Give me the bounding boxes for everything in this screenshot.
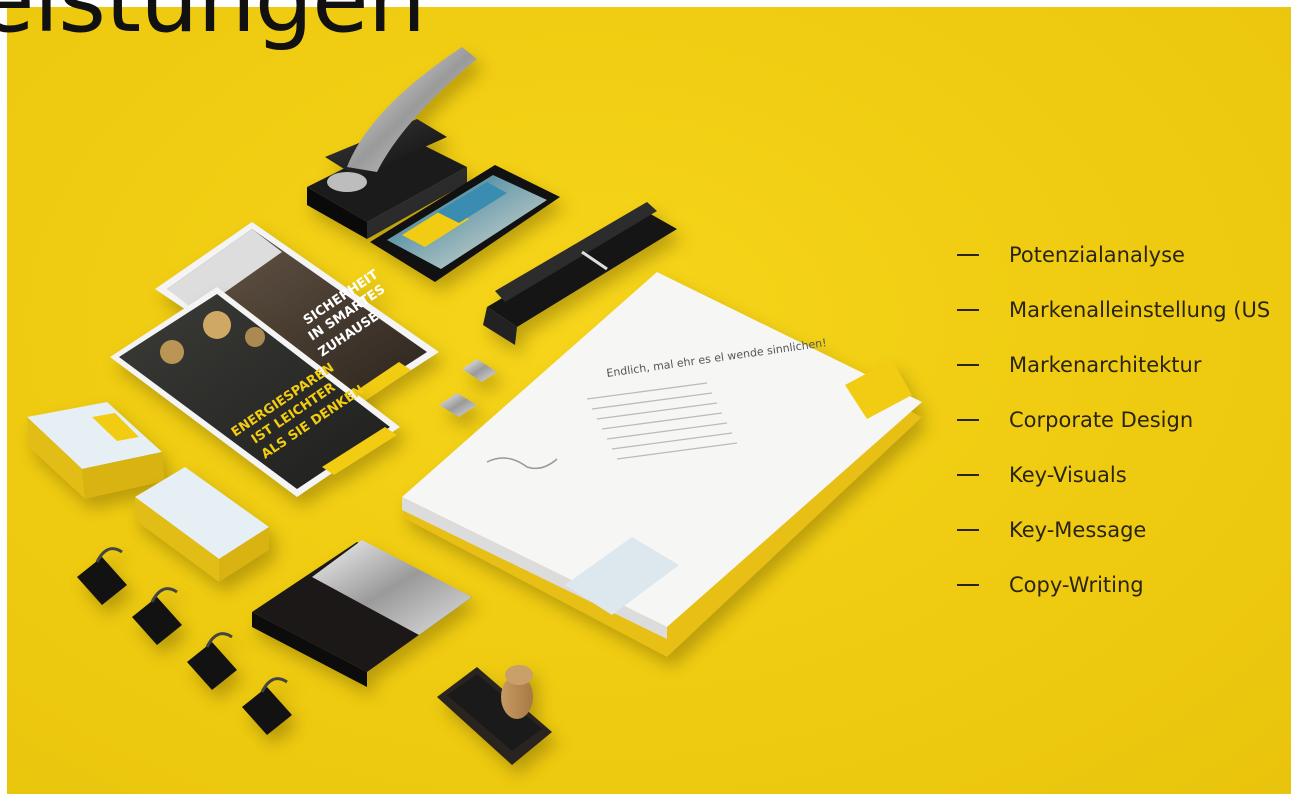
services-list: Potenzialanalyse Markenalleinstellung (U… (957, 227, 1270, 612)
list-item: Key-Visuals (957, 447, 1270, 502)
list-item: Corporate Design (957, 392, 1270, 447)
list-item: Key-Message (957, 502, 1270, 557)
service-label: Markenalleinstellung (US (1009, 297, 1271, 322)
dash-icon (957, 363, 979, 366)
letterhead-and-folder: Endlich, mal ehr es el wende sinnlichen! (402, 272, 922, 657)
list-item: Markenalleinstellung (US (957, 282, 1270, 337)
service-label: Key-Visuals (1009, 462, 1127, 487)
service-label: Potenzialanalyse (1009, 242, 1185, 267)
sharpeners (439, 359, 497, 417)
product-mockup-scene: SICHERHEIT IN SMARTES ZUHAUSE ENERGIESPA… (7, 7, 1291, 794)
list-item: Markenarchitektur (957, 337, 1270, 392)
dash-icon (957, 308, 979, 311)
service-label: Copy-Writing (1009, 572, 1144, 597)
dash-icon (957, 473, 979, 476)
rubber-stamp (437, 665, 552, 765)
dash-icon (957, 583, 979, 586)
service-label: Corporate Design (1009, 407, 1194, 432)
dash-icon (957, 253, 979, 256)
ink-pad (252, 540, 472, 687)
list-item: Potenzialanalyse (957, 227, 1270, 282)
dash-icon (957, 528, 979, 531)
dash-icon (957, 418, 979, 421)
list-item: Copy-Writing (957, 557, 1270, 612)
page-title: eistungen (0, 0, 426, 46)
service-label: Key-Message (1009, 517, 1147, 542)
service-label: Markenarchitektur (1009, 352, 1202, 377)
business-card-stack-2 (135, 467, 269, 582)
business-card-stack-1 (27, 402, 165, 499)
binder-clips (77, 547, 292, 735)
